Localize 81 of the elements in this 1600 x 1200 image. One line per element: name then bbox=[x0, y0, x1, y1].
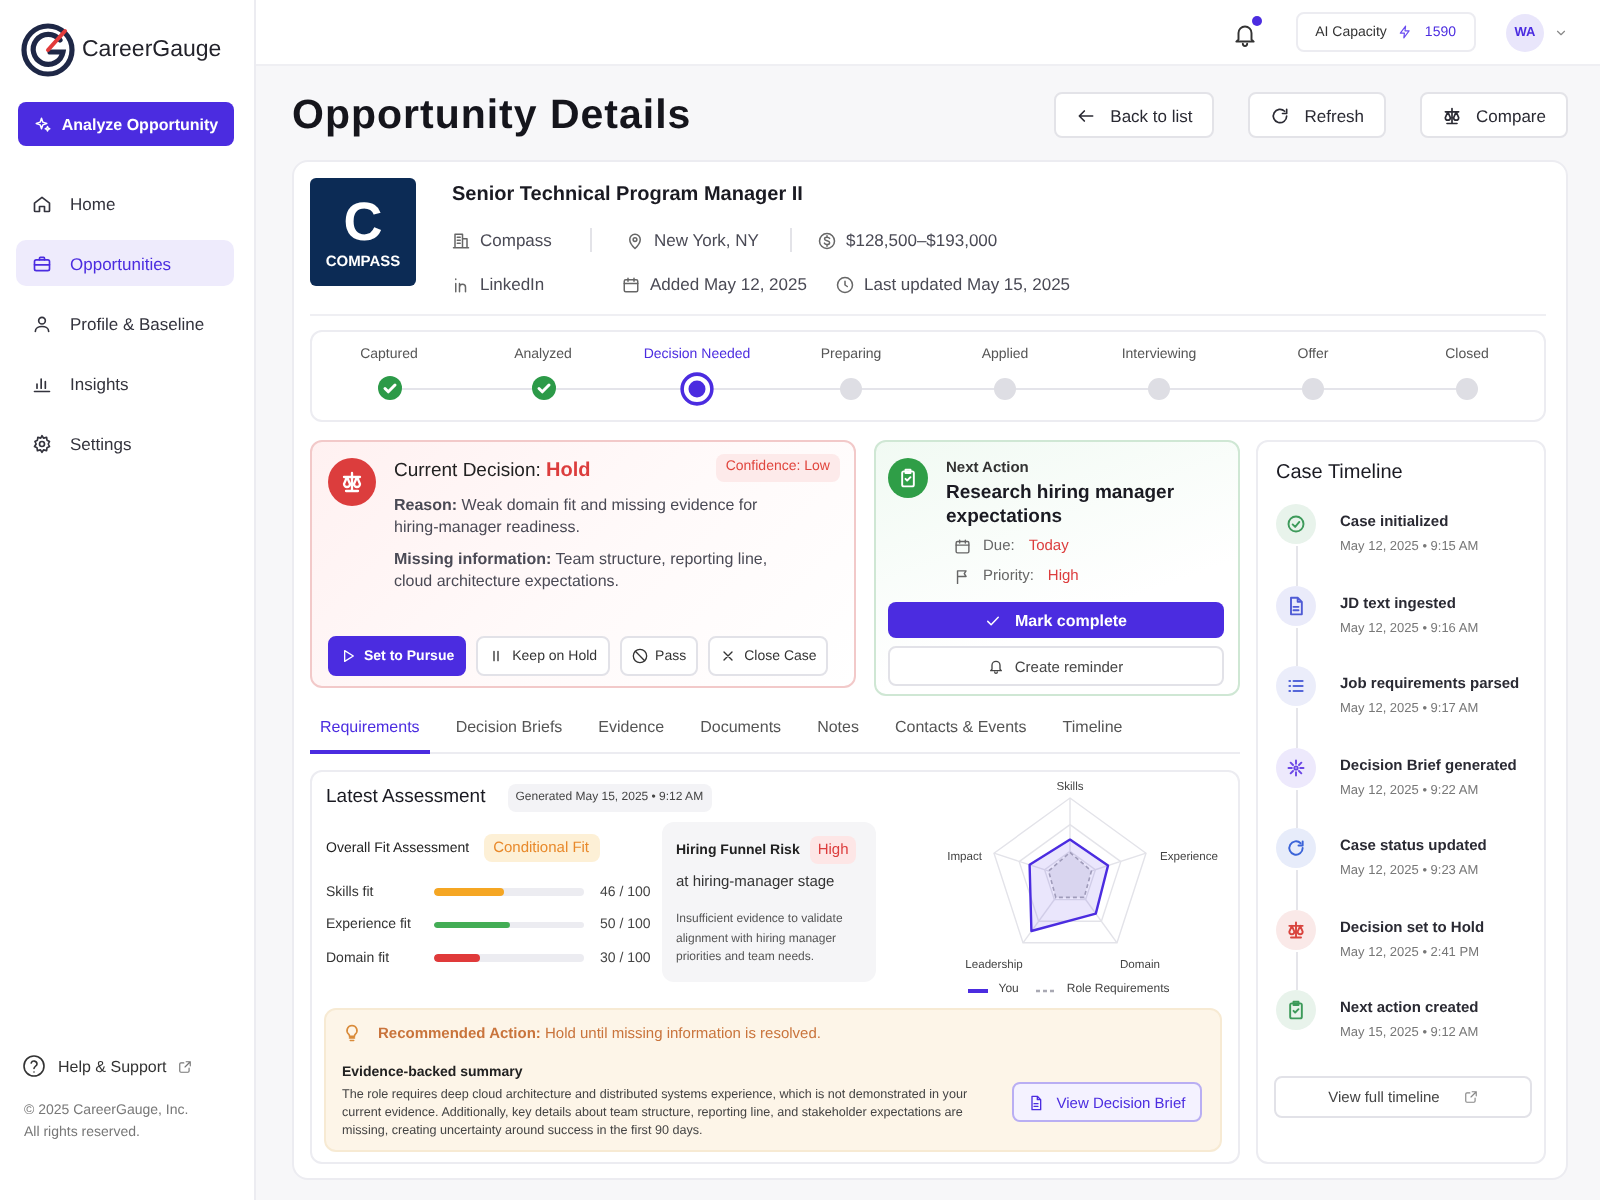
source-text: LinkedIn bbox=[480, 274, 545, 294]
brand-name: CareerGauge bbox=[82, 38, 222, 62]
building-icon bbox=[452, 231, 470, 249]
pause-icon bbox=[488, 648, 505, 664]
scale-icon bbox=[1442, 105, 1463, 125]
bell-icon bbox=[988, 658, 1005, 675]
reason-text: Reason: Weak domain fit and missing evidence for hiring-manager readiness. bbox=[394, 494, 760, 538]
role-requirements-polygon bbox=[1046, 851, 1092, 899]
calendar-icon bbox=[954, 537, 971, 555]
legend-dashed-line-icon bbox=[1036, 987, 1057, 993]
tab[interactable]: Evidence bbox=[588, 704, 675, 754]
nav-item[interactable]: Insights bbox=[16, 360, 234, 406]
company-name: Compass bbox=[480, 230, 552, 250]
clipboard-check-icon bbox=[888, 458, 928, 498]
home-icon bbox=[32, 193, 52, 213]
external-link-icon bbox=[1463, 1090, 1478, 1104]
list-icon bbox=[1276, 666, 1316, 706]
lightning-icon bbox=[1398, 24, 1413, 40]
no-entry-icon bbox=[631, 648, 648, 664]
nav-item[interactable]: Settings bbox=[16, 420, 234, 466]
nav-item[interactable]: Profile & Baseline bbox=[16, 300, 234, 346]
salary-range: $128,500–$193,000 bbox=[846, 230, 998, 250]
you-polygon bbox=[1027, 838, 1109, 933]
scale-icon bbox=[1276, 909, 1316, 949]
analyze-opportunity-button[interactable]: Analyze Opportunity bbox=[18, 102, 234, 146]
help-icon bbox=[22, 1054, 46, 1078]
check-circle-icon bbox=[1276, 504, 1316, 544]
logo-letter: C bbox=[343, 195, 383, 247]
tab[interactable]: Contacts & Events bbox=[884, 704, 1037, 754]
dollar-icon bbox=[818, 231, 836, 249]
check-icon bbox=[984, 611, 1003, 630]
play-icon bbox=[340, 648, 356, 664]
tab[interactable]: Timeline bbox=[1052, 704, 1133, 754]
page-title: Opportunity Details bbox=[292, 91, 692, 139]
assessment-title: Latest Assessment bbox=[326, 786, 486, 808]
chevron-down-icon[interactable] bbox=[1554, 25, 1568, 39]
missing-info-text: Missing information: Team structure, reporting line, cloud architecture expectations. bbox=[394, 548, 770, 592]
updated-date: Last updated May 15, 2025 bbox=[864, 274, 1071, 294]
refresh-icon bbox=[1270, 105, 1291, 125]
clock-icon bbox=[836, 275, 854, 293]
refresh-icon bbox=[1276, 828, 1316, 868]
tab[interactable]: Notes bbox=[807, 704, 869, 754]
scale-icon bbox=[328, 458, 376, 506]
person-icon bbox=[32, 313, 52, 333]
job-title: Senior Technical Program Manager II bbox=[452, 182, 805, 210]
added-date: Added May 12, 2025 bbox=[650, 274, 807, 294]
burst-icon bbox=[1276, 747, 1316, 787]
gauge-logo-icon bbox=[20, 22, 76, 78]
arrow-left-icon bbox=[1076, 105, 1097, 125]
linkedin-icon bbox=[452, 275, 470, 293]
settings-icon bbox=[32, 433, 52, 453]
decision-value: Hold bbox=[546, 460, 591, 482]
location-text: New York, NY bbox=[654, 230, 759, 250]
legend-solid-line-icon bbox=[968, 987, 989, 993]
tab[interactable]: Decision Briefs bbox=[445, 704, 573, 754]
mark-complete-button[interactable]: Mark complete bbox=[888, 602, 1224, 639]
flag-icon bbox=[954, 567, 971, 585]
close-icon bbox=[720, 648, 737, 664]
lightbulb-icon bbox=[342, 1022, 362, 1044]
tab[interactable]: Documents bbox=[690, 704, 792, 754]
bar-chart-icon bbox=[32, 373, 52, 393]
page-action-button[interactable]: Refresh bbox=[1248, 92, 1387, 138]
decision-label: Current Decision: bbox=[394, 460, 541, 482]
clipboard-check-icon bbox=[1276, 990, 1316, 1030]
document-icon bbox=[1276, 585, 1316, 625]
document-icon bbox=[1028, 1093, 1045, 1111]
help-support-link[interactable]: Help & Support bbox=[22, 1054, 193, 1078]
notifications-button[interactable] bbox=[1231, 16, 1262, 48]
page-action-button[interactable]: Back to list bbox=[1054, 92, 1215, 138]
sparkle-icon bbox=[33, 115, 52, 133]
page-action-button[interactable]: Compare bbox=[1420, 92, 1568, 138]
calendar-icon bbox=[622, 275, 640, 293]
external-link-icon bbox=[178, 1059, 193, 1073]
briefcase-icon bbox=[32, 253, 52, 273]
nav-item[interactable]: Home bbox=[16, 180, 234, 226]
location-pin-icon bbox=[626, 231, 644, 249]
nav-item[interactable]: Opportunities bbox=[16, 240, 234, 286]
timeline-title: Case Timeline bbox=[1276, 460, 1405, 486]
next-action-title: Research hiring manager expectations bbox=[946, 482, 1177, 530]
bell-icon bbox=[1231, 20, 1258, 48]
tab[interactable]: Requirements bbox=[310, 704, 430, 754]
